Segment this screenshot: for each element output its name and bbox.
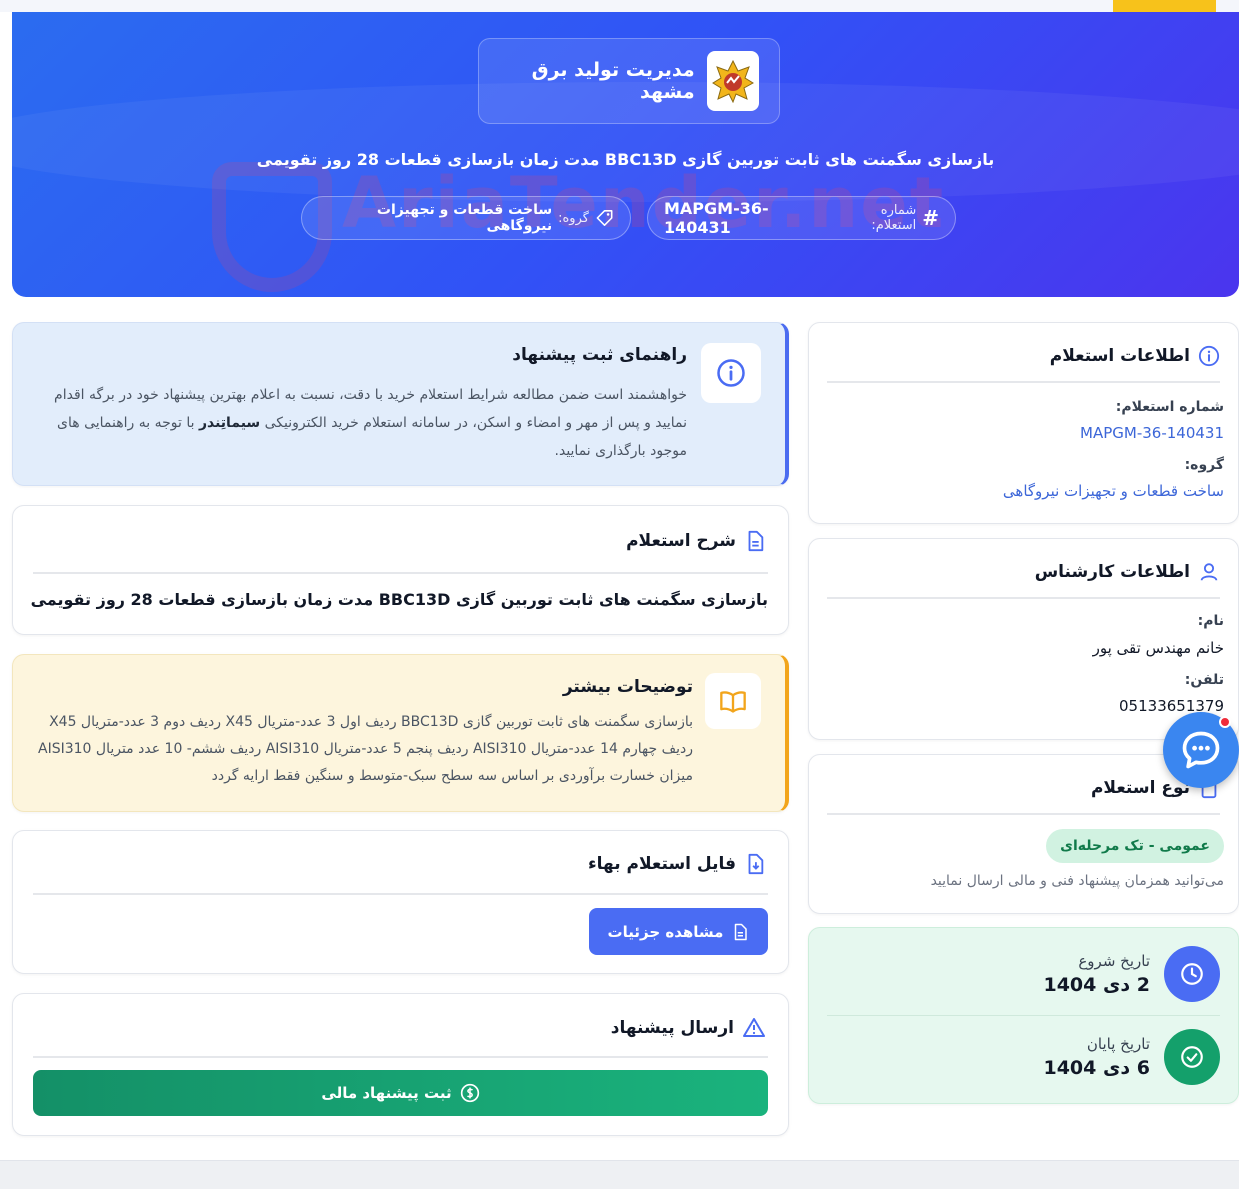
info-number-label: شماره استعلام:: [1115, 399, 1224, 415]
inquiry-number-pill: # شماره استعلام: MAPGM-36-140431: [647, 196, 956, 240]
chat-notification-dot: [1219, 716, 1231, 728]
inquiry-type-note: می‌توانید همزمان پیشنهاد فنی و مالی ارسا…: [930, 873, 1224, 889]
description-header: شرح استعلام: [626, 530, 766, 552]
more-icon-box: [705, 673, 761, 729]
file-download-icon: [748, 853, 764, 875]
guide-icon-box: [701, 343, 761, 403]
clock-icon: [1181, 963, 1203, 985]
end-date-value: 6 دی 1404: [1043, 1057, 1150, 1079]
document-icon: [735, 923, 748, 940]
book-icon: [720, 691, 746, 713]
end-date-row: تاریخ پایان 6 دی 1404: [1043, 1029, 1220, 1085]
guide-text: خواهشمند است ضمن مطالعه شرایط استعلام خر…: [37, 381, 687, 465]
clock-icon-circle: [1164, 946, 1220, 1002]
info-group-label: گروه:: [1184, 457, 1224, 473]
inquiry-type-badge: عمومی - تک مرحله‌ای: [1046, 829, 1224, 863]
organization-logo-icon: [711, 59, 754, 103]
price-file-divider: [33, 893, 768, 895]
chat-bubble-icon: [1182, 731, 1220, 769]
organization-box: مدیریت تولید برق مشهد: [478, 38, 780, 124]
check-icon-circle: [1164, 1029, 1220, 1085]
send-offer-card: ارسال پیشنهاد ثبت پیشنهاد مالی: [12, 993, 789, 1136]
pill-group-value: ساخت قطعات و تجهیزات نیروگاهی: [376, 202, 553, 234]
end-date-label: تاریخ پایان: [1086, 1035, 1150, 1053]
organization-name: مدیریت تولید برق مشهد: [531, 59, 695, 103]
guide-card: راهنمای ثبت پیشنهاد خواهشمند است ضمن مطا…: [12, 322, 789, 486]
expert-info-divider: [827, 597, 1220, 599]
footer-strip: [0, 1160, 1239, 1189]
warning-triangle-icon: [743, 1018, 765, 1037]
start-date-value: 2 دی 1404: [1043, 974, 1150, 996]
expert-info-title: اطلاعات کارشناس: [1034, 562, 1190, 582]
guide-brand: سیماتِندر: [198, 415, 261, 431]
info-number-link[interactable]: MAPGM-36-140431: [1080, 424, 1224, 442]
info-icon: [1198, 345, 1220, 367]
description-card: شرح استعلام بازسازی سگمنت های ثابت توربی…: [12, 505, 789, 635]
hero-title: بازسازی سگمنت های ثابت توربین گازی BBC13…: [256, 150, 995, 169]
submit-financial-offer-label: ثبت پیشنهاد مالی: [321, 1084, 452, 1102]
user-icon: [1200, 563, 1218, 581]
expert-info-header: اطلاعات کارشناس: [1035, 561, 1220, 583]
send-offer-header: ارسال پیشنهاد: [611, 1016, 766, 1040]
hash-icon: #: [922, 206, 939, 230]
pill-number-label: شماره استعلام:: [871, 203, 917, 233]
view-details-label: مشاهده جزئیات: [607, 922, 724, 941]
tag-icon: [596, 210, 613, 226]
inquiry-info-card: اطلاعات استعلام شماره استعلام: MAPGM-36-…: [808, 322, 1239, 524]
guide-title: راهنمای ثبت پیشنهاد: [512, 345, 687, 365]
view-details-button[interactable]: مشاهده جزئیات: [589, 908, 768, 955]
inquiry-type-divider: [827, 813, 1220, 815]
info-group-link[interactable]: ساخت قطعات و تجهیزات نیروگاهی: [1003, 482, 1224, 500]
send-offer-divider: [33, 1056, 768, 1058]
inquiry-info-header: اطلاعات استعلام: [1050, 345, 1220, 367]
inquiry-group-pill: گروه: ساخت قطعات و تجهیزات نیروگاهی: [301, 196, 631, 240]
dates-card: تاریخ شروع 2 دی 1404 تاریخ پایان 6 دی 14…: [808, 927, 1239, 1104]
organization-logo: [706, 51, 759, 111]
price-file-card: فایل استعلام بهاء مشاهده جزئیات: [12, 830, 789, 974]
price-file-title: فایل استعلام بهاء: [587, 854, 736, 874]
dollar-icon: [460, 1083, 479, 1103]
pill-number-value: MAPGM-36-140431: [664, 199, 769, 237]
pill-group-label: گروه:: [558, 210, 589, 226]
description-body: بازسازی سگمنت های ثابت توربین گازی BBC13…: [30, 590, 768, 609]
more-details-title: توضیحات بیشتر: [562, 677, 693, 697]
info-icon: [717, 359, 745, 387]
expert-name-value: خانم مهندس تقی پور: [1092, 639, 1224, 657]
check-circle-icon: [1181, 1046, 1203, 1068]
inquiry-info-divider: [827, 381, 1220, 383]
inquiry-info-title: اطلاعات استعلام: [1049, 346, 1190, 366]
top-strip: [0, 0, 1239, 12]
start-date-row: تاریخ شروع 2 دی 1404: [1043, 946, 1220, 1002]
inquiry-type-title: نوع استعلام: [1090, 778, 1190, 798]
document-icon: [748, 530, 764, 552]
price-file-header: فایل استعلام بهاء: [588, 853, 766, 875]
expert-name-label: نام:: [1197, 613, 1224, 629]
expert-info-card: اطلاعات کارشناس نام: خانم مهندس تقی پور …: [808, 538, 1239, 740]
expert-phone-label: تلفن:: [1184, 672, 1224, 688]
description-title: شرح استعلام: [626, 531, 736, 551]
dates-divider: [827, 1015, 1220, 1016]
send-offer-title: ارسال پیشنهاد: [610, 1018, 734, 1038]
more-details-text: بازسازی سگمنت های ثابت توربین گازی BBC13…: [38, 714, 693, 784]
top-accent-tab[interactable]: [1113, 0, 1216, 12]
hero-banner: AriaTender.net مدیریت تولید برق مشهد باز…: [12, 12, 1239, 297]
start-date-label: تاریخ شروع: [1078, 952, 1150, 970]
submit-financial-offer-button[interactable]: ثبت پیشنهاد مالی: [33, 1070, 768, 1116]
description-divider: [33, 572, 768, 574]
more-details-card: توضیحات بیشتر بازسازی سگمنت های ثابت تور…: [12, 654, 789, 812]
